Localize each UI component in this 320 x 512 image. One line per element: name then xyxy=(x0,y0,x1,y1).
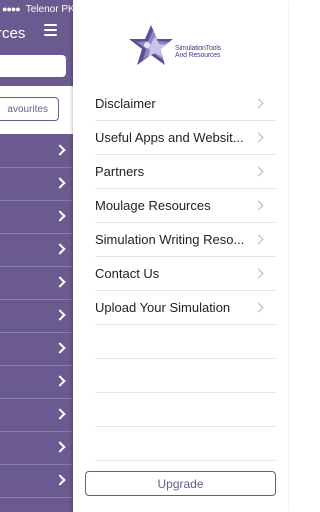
category-row[interactable] xyxy=(0,201,73,234)
category-row[interactable] xyxy=(0,366,73,399)
status-bar: ●●●● Telenor PK ◥ xyxy=(0,0,73,18)
category-row[interactable] xyxy=(0,465,73,498)
chevron-right-icon xyxy=(54,474,66,486)
drawer-menu: Disclaimer Useful Apps and Websit... Par… xyxy=(95,87,276,461)
search-input[interactable] xyxy=(0,55,66,77)
chevron-right-icon xyxy=(54,375,66,387)
chevron-right-icon xyxy=(54,408,66,420)
hamburger-icon[interactable] xyxy=(44,24,58,36)
side-drawer: SimulationTools And Resources Disclaimer… xyxy=(73,0,288,512)
empty-row xyxy=(95,359,276,393)
carrier-label: Telenor PK xyxy=(25,3,73,15)
menu-item-upload-simulation[interactable]: Upload Your Simulation xyxy=(95,291,276,325)
chevron-right-icon xyxy=(54,210,66,222)
logo-text: SimulationTools And Resources xyxy=(175,45,221,59)
logo-text-line2: And Resources xyxy=(175,52,221,59)
favourites-button[interactable]: avourites xyxy=(0,97,59,121)
menu-item-useful-apps[interactable]: Useful Apps and Websit... xyxy=(95,121,276,155)
category-row[interactable] xyxy=(0,168,73,201)
category-row[interactable] xyxy=(0,399,73,432)
chevron-right-icon xyxy=(54,144,66,156)
chevron-right-icon xyxy=(54,276,66,288)
star-logo-icon xyxy=(129,25,173,65)
menu-item-label: Simulation Writing Reso... xyxy=(95,232,245,247)
menu-item-label: Moulage Resources xyxy=(95,198,211,213)
chevron-right-icon xyxy=(253,302,264,313)
chevron-right-icon xyxy=(253,268,264,279)
empty-row xyxy=(95,393,276,427)
category-row[interactable] xyxy=(0,333,73,366)
page-title: rces xyxy=(0,24,26,42)
menu-item-label: Contact Us xyxy=(95,266,160,281)
category-list xyxy=(0,135,73,498)
menu-item-moulage-resources[interactable]: Moulage Resources xyxy=(95,189,276,223)
chevron-right-icon xyxy=(54,441,66,453)
category-row[interactable] xyxy=(0,135,73,168)
chevron-right-icon xyxy=(54,309,66,321)
menu-item-label: Useful Apps and Websit... xyxy=(95,130,244,145)
chevron-right-icon xyxy=(253,132,264,143)
menu-item-label: Upload Your Simulation xyxy=(95,300,231,315)
menu-item-disclaimer[interactable]: Disclaimer xyxy=(95,87,276,121)
menu-item-partners[interactable]: Partners xyxy=(95,155,276,189)
menu-item-contact-us[interactable]: Contact Us xyxy=(95,257,276,291)
chevron-right-icon xyxy=(253,234,264,245)
category-row[interactable] xyxy=(0,432,73,465)
chevron-right-icon xyxy=(253,166,264,177)
chevron-right-icon xyxy=(253,200,264,211)
nav-bar: rces xyxy=(0,18,73,48)
signal-icon: ●●●● xyxy=(2,4,21,14)
background-screen: ●●●● Telenor PK ◥ rces avourites xyxy=(0,0,73,512)
empty-row xyxy=(95,427,276,461)
chevron-right-icon xyxy=(54,243,66,255)
category-row[interactable] xyxy=(0,300,73,333)
menu-item-label: Disclaimer xyxy=(95,96,156,111)
menu-item-simulation-writing[interactable]: Simulation Writing Reso... xyxy=(95,223,276,257)
chevron-right-icon xyxy=(54,177,66,189)
category-row[interactable] xyxy=(0,267,73,300)
category-row[interactable] xyxy=(0,234,73,267)
empty-row xyxy=(95,325,276,359)
chevron-right-icon xyxy=(54,342,66,354)
menu-item-label: Partners xyxy=(95,164,145,179)
upgrade-button[interactable]: Upgrade xyxy=(85,471,276,496)
logo-text-line1: SimulationTools xyxy=(175,45,222,52)
logo: SimulationTools And Resources xyxy=(129,24,239,72)
chevron-right-icon xyxy=(253,98,264,109)
